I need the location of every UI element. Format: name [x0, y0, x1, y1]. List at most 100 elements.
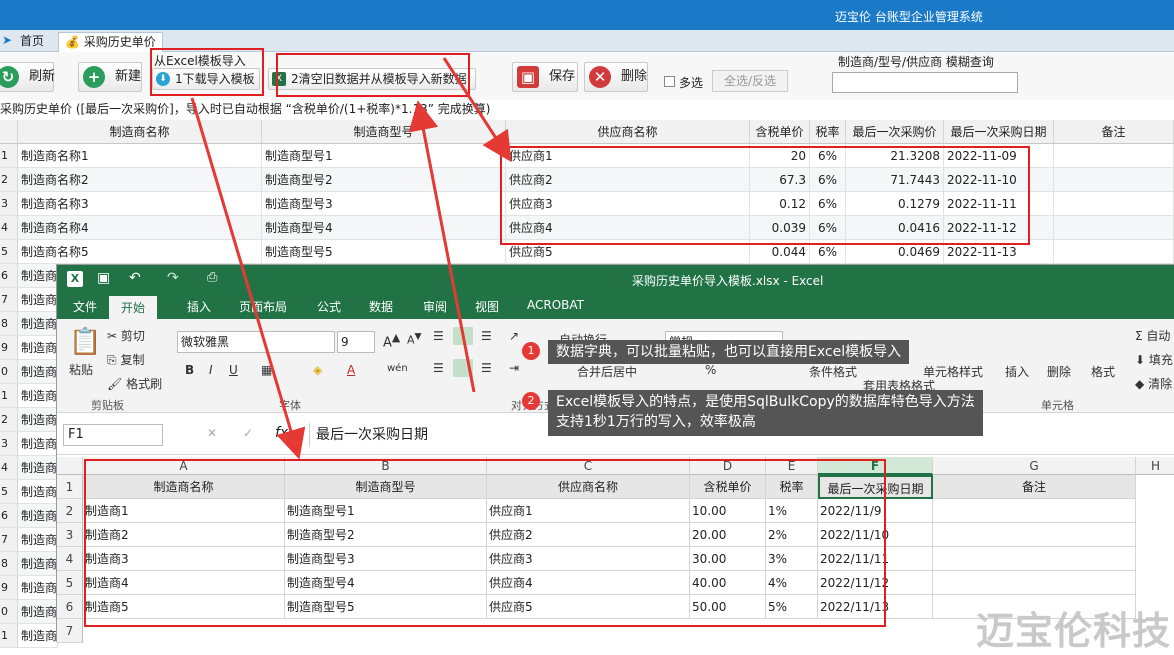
ribbon-tab-home[interactable]: 开始 [109, 296, 158, 319]
refresh-button[interactable]: ↻ 刷新 [0, 62, 55, 92]
format-painter-button[interactable]: 🖌 格式刷 [107, 375, 162, 392]
align-center-icon[interactable] [453, 359, 473, 377]
grid-cell-maker[interactable]: 制造商 [18, 600, 58, 624]
cut-button[interactable]: ✂ 剪切 [107, 327, 145, 344]
grid-cell-model[interactable]: 制造商型号1 [262, 144, 506, 168]
confirm-entry-icon[interactable]: ✓ [243, 426, 253, 440]
save-icon[interactable]: ▣ [97, 270, 110, 286]
grid-cell-remark[interactable] [1054, 168, 1174, 192]
ribbon-tab-formulas[interactable]: 公式 [317, 298, 341, 315]
row-number[interactable]: 2 [57, 499, 83, 523]
col-header-model[interactable]: 制造商型号 [262, 120, 506, 144]
name-box[interactable]: F1 [63, 424, 163, 446]
col-header-tax[interactable]: 税率 [810, 120, 846, 144]
print-preview-icon[interactable]: ⎙ [207, 270, 217, 285]
fill-button[interactable]: ⬇ 填充 [1135, 351, 1173, 368]
col-header-price[interactable]: 含税单价 [750, 120, 810, 144]
grid-cell-maker[interactable]: 制造商 [18, 552, 58, 576]
grid-cell-model[interactable]: 制造商型号4 [262, 216, 506, 240]
fill-color-icon[interactable]: ◈ [313, 363, 322, 377]
row-number[interactable]: 5 [0, 480, 18, 504]
row-number[interactable]: 3 [0, 192, 18, 216]
grid-cell-maker[interactable]: 制造商名称3 [18, 192, 262, 216]
grid-cell-maker[interactable]: 制造商 [18, 336, 58, 360]
ribbon-tab-review[interactable]: 审阅 [423, 298, 447, 315]
col-header-last-price[interactable]: 最后一次采购价 [846, 120, 944, 144]
excel-cell[interactable] [933, 499, 1136, 523]
row-number[interactable]: 4 [0, 456, 18, 480]
row-number[interactable]: 1 [0, 144, 18, 168]
nav-arrow-icon[interactable]: ➤ [2, 33, 12, 47]
grid-cell-maker[interactable]: 制造商 [18, 288, 58, 312]
multi-select-checkbox[interactable] [664, 76, 675, 87]
grid-cell-maker[interactable]: 制造商 [18, 264, 58, 288]
clear-button[interactable]: ◆ 清除 [1135, 375, 1172, 392]
row-number[interactable]: 7 [0, 288, 18, 312]
copy-button[interactable]: ⎘ 复制 [107, 351, 144, 368]
autosum-button[interactable]: Σ 自动 [1135, 327, 1170, 344]
grid-cell-maker[interactable]: 制造商 [18, 408, 58, 432]
shrink-font-icon[interactable]: A▼ [407, 331, 422, 347]
excel-cell[interactable] [933, 523, 1136, 547]
row-number[interactable]: 6 [0, 504, 18, 528]
ribbon-tab-insert[interactable]: 插入 [187, 298, 211, 315]
grid-cell-maker[interactable]: 制造商 [18, 312, 58, 336]
row-number[interactable]: 6 [0, 264, 18, 288]
row-number[interactable]: 0 [0, 360, 18, 384]
bold-button[interactable]: B [185, 363, 194, 377]
ribbon-tab-view[interactable]: 视图 [475, 298, 499, 315]
grid-cell-maker[interactable]: 制造商 [18, 576, 58, 600]
col-header-last-date[interactable]: 最后一次采购日期 [944, 120, 1054, 144]
font-color-icon[interactable]: A [347, 363, 355, 377]
ribbon-tab-data[interactable]: 数据 [369, 298, 393, 315]
percent-button[interactable]: % [705, 363, 716, 377]
row-number[interactable]: 5 [57, 571, 83, 595]
align-middle-icon[interactable] [453, 327, 473, 345]
row-number[interactable]: 2 [0, 168, 18, 192]
row-number[interactable]: 5 [0, 240, 18, 264]
fx-icon[interactable]: fx [275, 425, 288, 441]
row-number[interactable]: 3 [57, 523, 83, 547]
grid-cell-maker[interactable]: 制造商名称1 [18, 144, 262, 168]
excel-cell[interactable] [933, 547, 1136, 571]
row-number[interactable]: 7 [0, 528, 18, 552]
grid-cell-maker[interactable]: 制造商 [18, 384, 58, 408]
align-left-icon[interactable]: ☰ [433, 361, 444, 375]
search-input[interactable] [832, 72, 1018, 93]
paste-icon[interactable]: 📋 [69, 327, 101, 357]
ribbon-tab-file[interactable]: 文件 [73, 298, 97, 315]
grid-cell-remark[interactable] [1054, 192, 1174, 216]
grid-cell-remark[interactable] [1054, 240, 1174, 264]
font-size-select[interactable]: 9 [337, 331, 375, 353]
delete-cells-button[interactable]: 删除 [1047, 363, 1071, 380]
grid-cell-remark[interactable] [1054, 216, 1174, 240]
italic-button[interactable]: I [209, 363, 213, 377]
ribbon-tab-layout[interactable]: 页面布局 [239, 298, 287, 315]
indent-icon[interactable]: ⇥ [509, 361, 519, 375]
cancel-entry-icon[interactable]: ✕ [207, 426, 217, 440]
new-button[interactable]: + 新建 [78, 62, 142, 92]
column-letter[interactable]: H [1136, 457, 1174, 475]
row-number[interactable]: 4 [57, 547, 83, 571]
row-number[interactable]: 8 [0, 552, 18, 576]
font-name-select[interactable]: 微软雅黑 [177, 331, 335, 353]
cell-styles-button[interactable]: 单元格样式 [923, 363, 983, 380]
row-number[interactable]: 9 [0, 336, 18, 360]
merge-center-button[interactable]: 合并后居中 [577, 363, 637, 380]
phonetic-icon[interactable]: wén [387, 363, 408, 374]
border-icon[interactable]: ▦ [261, 363, 272, 377]
format-cells-button[interactable]: 格式 [1091, 363, 1115, 380]
excel-cell[interactable] [933, 571, 1136, 595]
select-all-button[interactable]: 全选/反选 [712, 70, 788, 92]
grid-cell-maker[interactable]: 制造商名称5 [18, 240, 262, 264]
column-letter[interactable]: G [933, 457, 1136, 475]
col-header-maker[interactable]: 制造商名称 [18, 120, 262, 144]
grid-cell-maker[interactable]: 制造商名称2 [18, 168, 262, 192]
grid-cell-maker[interactable]: 制造商 [18, 504, 58, 528]
row-number[interactable]: 7 [57, 619, 83, 643]
tab-home[interactable]: 首页 [14, 32, 50, 52]
paste-label[interactable]: 粘贴 [69, 361, 93, 378]
tab-purchase-history[interactable]: 💰 采购历史单价 [58, 32, 163, 52]
col-header-remark[interactable]: 备注 [1054, 120, 1174, 144]
align-right-icon[interactable]: ☰ [481, 361, 492, 375]
